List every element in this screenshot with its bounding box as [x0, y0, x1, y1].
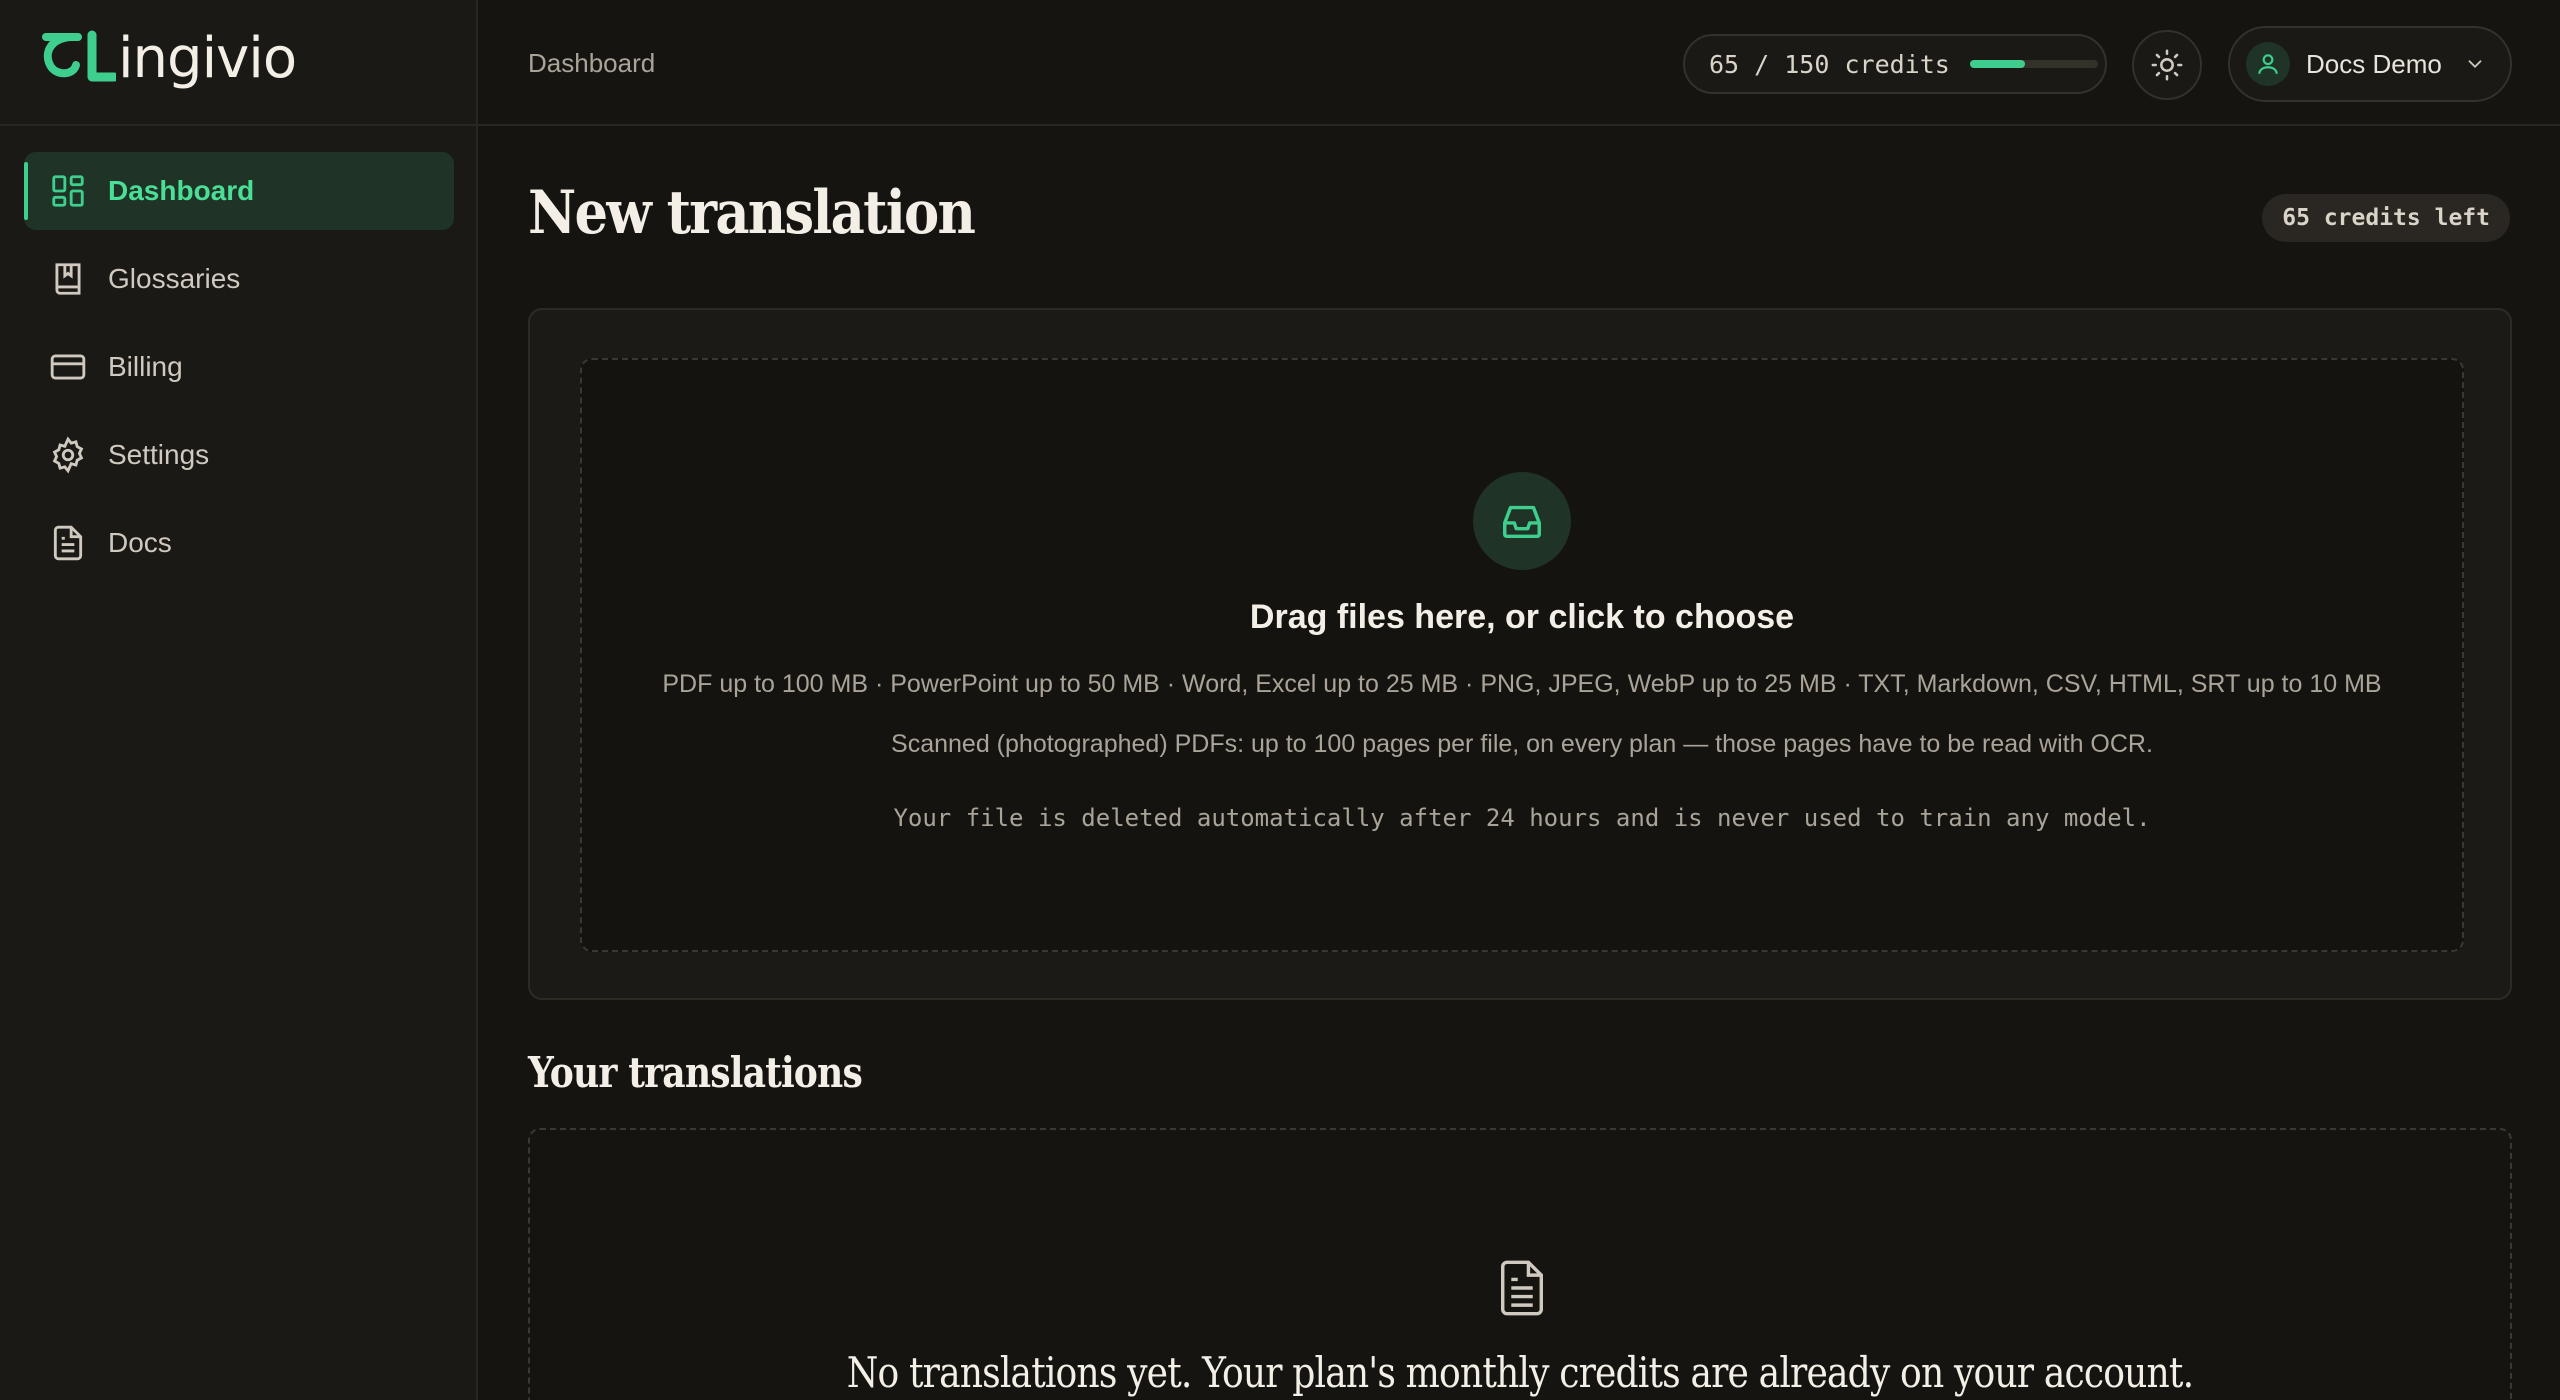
logo-mark-icon — [42, 30, 116, 82]
logo[interactable]: ingivio — [40, 24, 297, 94]
sidebar-item-docs[interactable]: Docs — [24, 504, 454, 582]
sidebar-item-dashboard[interactable]: Dashboard — [24, 152, 454, 230]
app-root: ingivio Dashboard Glossaries Billing Set… — [0, 0, 2560, 1400]
user-menu-button[interactable]: Docs Demo — [2228, 26, 2512, 102]
logo-row: ingivio — [0, 0, 476, 126]
sidebar-item-label: Billing — [108, 351, 183, 382]
sidebar-item-settings[interactable]: Settings — [24, 416, 454, 494]
credit-card-icon — [48, 347, 88, 387]
user-name: Docs Demo — [2306, 48, 2442, 79]
book-bookmark-icon — [48, 259, 88, 299]
credits-progress-bar — [1969, 60, 2098, 68]
empty-state-text: No translations yet. Your plan's monthly… — [846, 1348, 2194, 1397]
gear-icon — [48, 435, 88, 475]
file-dropzone[interactable]: Drag files here, or click to choose PDF … — [580, 358, 2464, 952]
credits-text: 65 / 150 credits — [1709, 49, 1950, 79]
chevron-down-icon — [2468, 60, 2482, 69]
breadcrumb[interactable]: Dashboard — [528, 48, 655, 79]
dropzone-title: Drag files here, or click to choose — [1249, 598, 1795, 636]
topbar: Dashboard 65 / 150 credits Docs Demo — [478, 0, 2560, 126]
sidebar-item-glossaries[interactable]: Glossaries — [24, 240, 454, 318]
page-title: New translation — [528, 178, 976, 248]
credits-left-badge: 65 credits left — [2262, 194, 2510, 242]
theme-toggle-button[interactable] — [2132, 30, 2202, 100]
dropzone-privacy-note: Your file is deleted automatically after… — [893, 804, 2151, 832]
credits-progress-fill — [1969, 60, 2026, 68]
sidebar-nav: Dashboard Glossaries Billing Settings Do… — [24, 152, 454, 592]
document-icon — [1501, 1260, 1543, 1316]
sidebar-item-billing[interactable]: Billing — [24, 328, 454, 406]
credits-meter[interactable]: 65 / 150 credits — [1683, 34, 2107, 94]
sun-icon — [2151, 49, 2183, 81]
dropzone-scanned-note: Scanned (photographed) PDFs: up to 100 p… — [891, 730, 2153, 758]
translations-empty-state: No translations yet. Your plan's monthly… — [528, 1128, 2512, 1400]
inbox-icon-wrap — [1473, 472, 1571, 570]
sidebar-item-label: Docs — [108, 527, 172, 558]
document-icon — [48, 523, 88, 563]
avatar — [2246, 42, 2290, 86]
sidebar: ingivio Dashboard Glossaries Billing Set… — [0, 0, 478, 1400]
dropzone-limits: PDF up to 100 MB · PowerPoint up to 50 M… — [662, 670, 2382, 698]
main-content: New translation 65 credits left Drag fil… — [478, 126, 2560, 1400]
user-icon — [2258, 54, 2278, 74]
sidebar-item-label: Settings — [108, 439, 210, 470]
sidebar-item-label: Glossaries — [108, 263, 241, 294]
translations-heading: Your translations — [528, 1048, 863, 1097]
sidebar-item-label: Dashboard — [108, 175, 255, 206]
logo-text: ingivio — [118, 26, 297, 91]
upload-card: Drag files here, or click to choose PDF … — [528, 308, 2512, 1000]
dashboard-grid-icon — [48, 171, 88, 211]
inbox-icon — [1503, 505, 1541, 539]
